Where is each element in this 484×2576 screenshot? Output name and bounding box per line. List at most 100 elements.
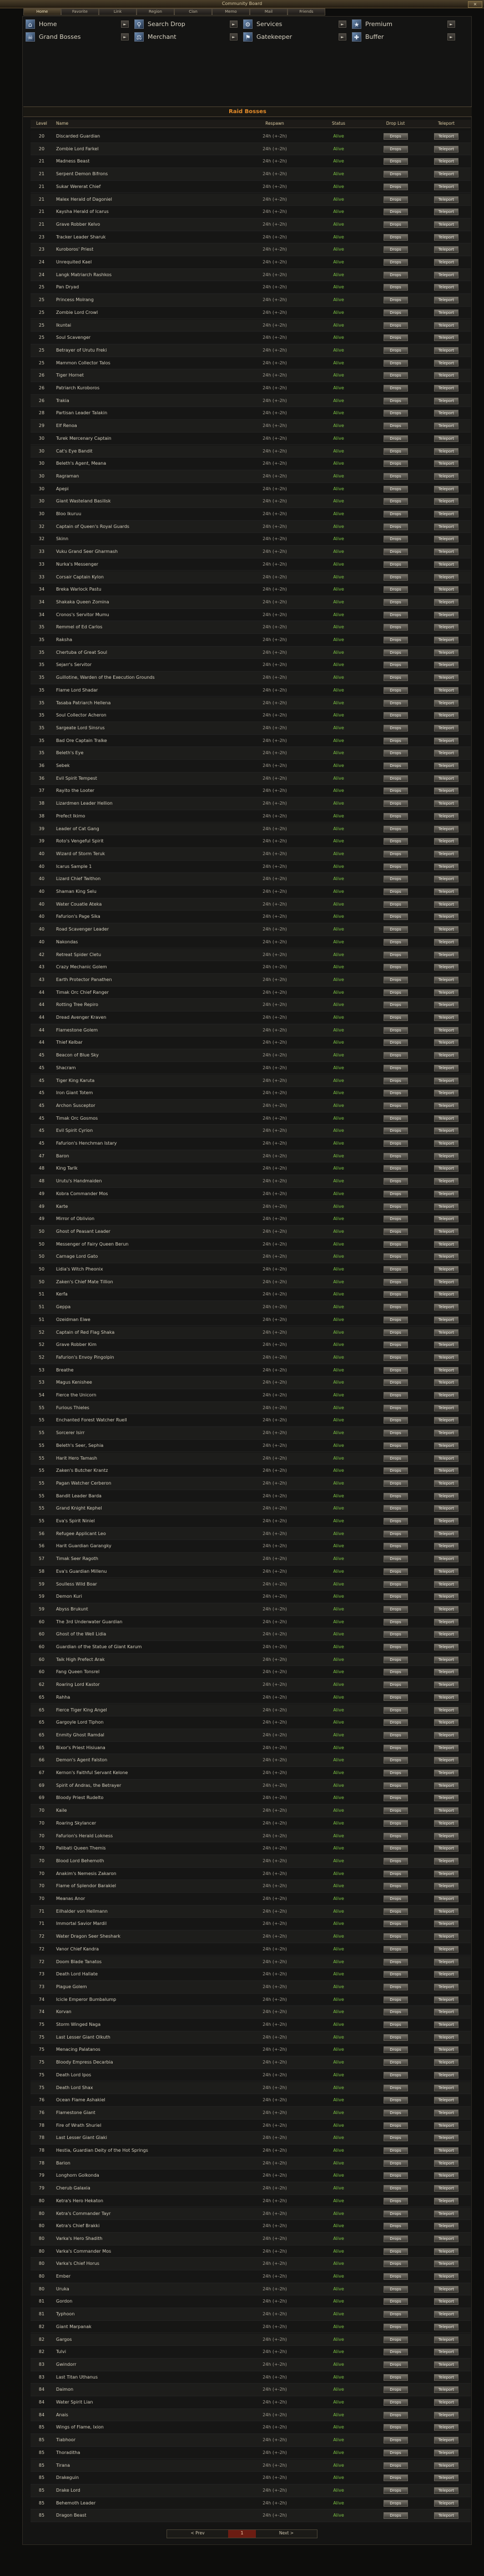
teleport-button[interactable]: Teleport: [434, 472, 458, 480]
drops-button[interactable]: Drops: [383, 901, 408, 908]
teleport-button[interactable]: Teleport: [434, 1543, 458, 1550]
drops-button[interactable]: Drops: [383, 2034, 408, 2041]
drops-button[interactable]: Drops: [383, 1605, 408, 1613]
teleport-button[interactable]: Teleport: [434, 322, 458, 329]
teleport-button[interactable]: Teleport: [434, 1241, 458, 1248]
drops-button[interactable]: Drops: [383, 1593, 408, 1601]
drops-button[interactable]: Drops: [383, 1832, 408, 1840]
teleport-button[interactable]: Teleport: [434, 674, 458, 682]
drops-button[interactable]: Drops: [383, 2248, 408, 2255]
drops-button[interactable]: Drops: [383, 347, 408, 354]
drops-button[interactable]: Drops: [383, 1782, 408, 1789]
teleport-button[interactable]: Teleport: [434, 1127, 458, 1135]
drops-button[interactable]: Drops: [383, 1883, 408, 1890]
teleport-button[interactable]: Teleport: [434, 863, 458, 870]
teleport-button[interactable]: Teleport: [434, 712, 458, 719]
drops-button[interactable]: Drops: [383, 1719, 408, 1726]
teleport-button[interactable]: Teleport: [434, 1203, 458, 1210]
tab-home[interactable]: Home: [23, 8, 61, 16]
teleport-button[interactable]: Teleport: [434, 1845, 458, 1852]
teleport-button[interactable]: Teleport: [434, 586, 458, 593]
menu-services-button[interactable]: ⚙ Services ►: [243, 19, 349, 30]
drops-button[interactable]: Drops: [383, 1064, 408, 1071]
teleport-button[interactable]: Teleport: [434, 498, 458, 505]
drops-button[interactable]: Drops: [383, 359, 408, 367]
teleport-button[interactable]: Teleport: [434, 1002, 458, 1009]
teleport-button[interactable]: Teleport: [434, 1631, 458, 1638]
menu-buffer-button[interactable]: ✚ Buffer ►: [352, 32, 457, 43]
drops-button[interactable]: Drops: [383, 259, 408, 266]
teleport-button[interactable]: Teleport: [434, 1342, 458, 1349]
teleport-button[interactable]: Teleport: [434, 1278, 458, 1286]
drops-button[interactable]: Drops: [383, 2160, 408, 2167]
teleport-button[interactable]: Teleport: [434, 687, 458, 694]
drops-button[interactable]: Drops: [383, 2399, 408, 2406]
drops-button[interactable]: Drops: [383, 2462, 408, 2469]
teleport-button[interactable]: Teleport: [434, 334, 458, 342]
drops-button[interactable]: Drops: [383, 1807, 408, 1815]
teleport-button[interactable]: Teleport: [434, 1492, 458, 1500]
teleport-button[interactable]: Teleport: [434, 1719, 458, 1726]
teleport-button[interactable]: Teleport: [434, 2122, 458, 2129]
drops-button[interactable]: Drops: [383, 712, 408, 719]
teleport-button[interactable]: Teleport: [434, 1216, 458, 1223]
teleport-button[interactable]: Teleport: [434, 1593, 458, 1601]
teleport-button[interactable]: Teleport: [434, 737, 458, 744]
teleport-button[interactable]: Teleport: [434, 1945, 458, 1953]
drops-button[interactable]: Drops: [383, 787, 408, 795]
teleport-button[interactable]: Teleport: [434, 662, 458, 669]
drops-button[interactable]: Drops: [383, 423, 408, 430]
teleport-button[interactable]: Teleport: [434, 1480, 458, 1487]
teleport-button[interactable]: Teleport: [434, 2109, 458, 2116]
teleport-button[interactable]: Teleport: [434, 2185, 458, 2192]
teleport-button[interactable]: Teleport: [434, 2361, 458, 2368]
teleport-button[interactable]: Teleport: [434, 1316, 458, 1323]
drops-button[interactable]: Drops: [383, 951, 408, 958]
teleport-button[interactable]: Teleport: [434, 1392, 458, 1399]
teleport-button[interactable]: Teleport: [434, 2260, 458, 2268]
drops-button[interactable]: Drops: [383, 863, 408, 870]
drops-button[interactable]: Drops: [383, 2046, 408, 2054]
teleport-button[interactable]: Teleport: [434, 1883, 458, 1890]
teleport-button[interactable]: Teleport: [434, 460, 458, 468]
drops-button[interactable]: Drops: [383, 586, 408, 593]
drops-button[interactable]: Drops: [383, 2021, 408, 2028]
drops-button[interactable]: Drops: [383, 372, 408, 379]
drops-button[interactable]: Drops: [383, 1770, 408, 1776]
teleport-button[interactable]: Teleport: [434, 812, 458, 820]
drops-button[interactable]: Drops: [383, 1795, 408, 1802]
teleport-button[interactable]: Teleport: [434, 196, 458, 203]
teleport-button[interactable]: Teleport: [434, 1983, 458, 1990]
drops-button[interactable]: Drops: [383, 1216, 408, 1223]
drops-button[interactable]: Drops: [383, 1543, 408, 1550]
teleport-button[interactable]: Teleport: [434, 2135, 458, 2142]
drops-button[interactable]: Drops: [383, 2147, 408, 2154]
teleport-button[interactable]: Teleport: [434, 2311, 458, 2318]
teleport-button[interactable]: Teleport: [434, 2273, 458, 2280]
drops-button[interactable]: Drops: [383, 825, 408, 832]
menu-gatekeeper-button[interactable]: ⚑ Gatekeeper ►: [243, 32, 349, 43]
drops-button[interactable]: Drops: [383, 1530, 408, 1537]
teleport-button[interactable]: Teleport: [434, 372, 458, 379]
drops-button[interactable]: Drops: [383, 1102, 408, 1109]
teleport-button[interactable]: Teleport: [434, 1820, 458, 1827]
drops-button[interactable]: Drops: [383, 750, 408, 757]
drops-button[interactable]: Drops: [383, 2197, 408, 2204]
teleport-button[interactable]: Teleport: [434, 347, 458, 354]
drops-button[interactable]: Drops: [383, 145, 408, 153]
drops-button[interactable]: Drops: [383, 2449, 408, 2456]
drops-button[interactable]: Drops: [383, 1241, 408, 1248]
teleport-button[interactable]: Teleport: [434, 423, 458, 430]
drops-button[interactable]: Drops: [383, 2059, 408, 2066]
drops-button[interactable]: Drops: [383, 913, 408, 921]
drops-button[interactable]: Drops: [383, 536, 408, 543]
drops-button[interactable]: Drops: [383, 284, 408, 291]
drops-button[interactable]: Drops: [383, 158, 408, 165]
prev-page-button[interactable]: < Prev: [167, 2530, 228, 2538]
teleport-button[interactable]: Teleport: [434, 1165, 458, 1172]
drops-button[interactable]: Drops: [383, 1945, 408, 1953]
teleport-button[interactable]: Teleport: [434, 1253, 458, 1261]
drops-button[interactable]: Drops: [383, 1983, 408, 1990]
drops-button[interactable]: Drops: [383, 976, 408, 983]
teleport-button[interactable]: Teleport: [434, 259, 458, 266]
